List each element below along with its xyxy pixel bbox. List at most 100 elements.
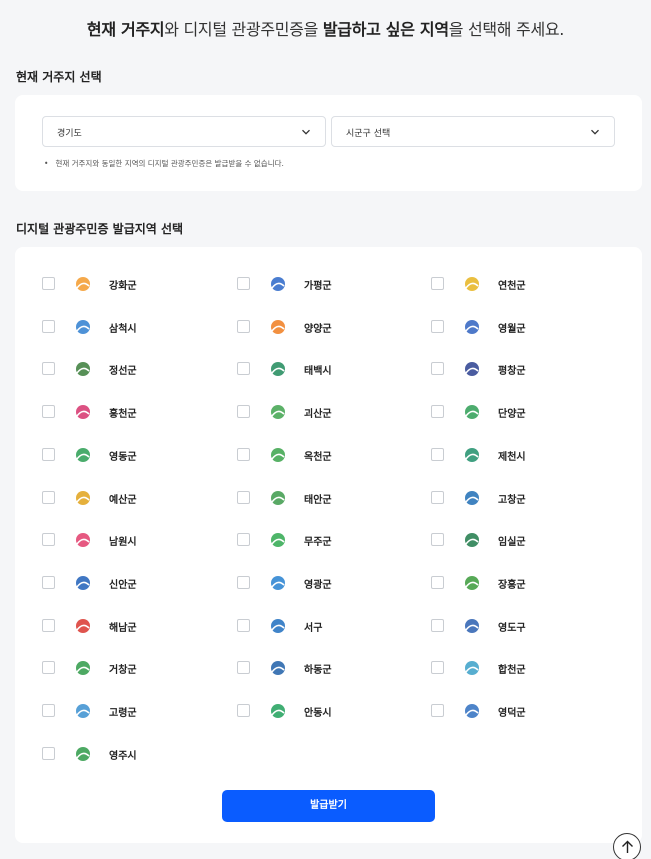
region-name: 단양군	[498, 409, 526, 421]
region-checkbox[interactable]	[431, 618, 444, 632]
region-checkbox[interactable]	[237, 704, 250, 717]
region-name: 평창군	[498, 366, 526, 378]
page-title-part: 와 디지털 관광주민증을	[164, 20, 323, 39]
region-checkbox[interactable]	[431, 447, 444, 461]
region-option[interactable]: 삼척시	[42, 314, 232, 340]
region-checkbox[interactable]	[431, 405, 444, 419]
region-option[interactable]: 신안군	[42, 570, 232, 596]
region-checkbox[interactable]	[237, 533, 250, 547]
city-select[interactable]: 시군구 선택	[331, 116, 615, 147]
region-name: 연천군	[498, 281, 526, 292]
residence-card: 경기도 시군구 선택 • 현재 거주지와 동일한 지역의 디지털 관광주민증은 발…	[15, 95, 642, 191]
region-option[interactable]: 영도구	[431, 613, 621, 639]
jecheon-logo-icon	[465, 447, 479, 462]
region-name: 장흥군	[498, 579, 526, 591]
region-checkbox[interactable]	[42, 618, 55, 632]
region-checkbox[interactable]	[42, 533, 55, 547]
region-name: 해남군	[109, 622, 137, 634]
region-checkbox[interactable]	[42, 362, 55, 376]
region-option[interactable]: 하동군	[237, 655, 427, 681]
region-option[interactable]: 영월군	[431, 314, 621, 340]
region-option[interactable]: 고령군	[42, 698, 232, 724]
region-option[interactable]: 안동시	[237, 698, 427, 724]
region-option[interactable]: 괴산군	[237, 399, 427, 425]
region-option[interactable]: 고창군	[431, 485, 621, 511]
issue-button[interactable]: 발급받기	[222, 790, 435, 822]
chevron-down-icon	[591, 129, 599, 135]
region-name: 태안군	[304, 494, 332, 506]
region-checkbox[interactable]	[42, 575, 55, 589]
region-option[interactable]: 옥천군	[237, 442, 427, 468]
gochang-logo-icon	[465, 490, 479, 505]
region-checkbox[interactable]	[42, 319, 55, 333]
yesan-logo-icon	[76, 490, 90, 505]
region-option[interactable]: 가평군	[237, 271, 427, 297]
region-checkbox[interactable]	[431, 575, 444, 589]
regions-section-label: 디지털 관광주민증 발급지역 선택	[16, 222, 184, 236]
goryeong-logo-icon	[76, 704, 90, 718]
region-checkbox[interactable]	[237, 362, 250, 376]
region-option[interactable]: 제천시	[431, 442, 621, 468]
region-name: 거창군	[109, 665, 137, 677]
region-checkbox[interactable]	[42, 277, 55, 290]
region-option[interactable]: 정선군	[42, 356, 232, 382]
region-option[interactable]: 강화군	[42, 271, 232, 297]
region-option[interactable]: 태백시	[237, 356, 427, 382]
region-checkbox[interactable]	[42, 447, 55, 461]
region-option[interactable]: 무주군	[237, 527, 427, 553]
region-checkbox[interactable]	[431, 490, 444, 504]
jangheung-logo-icon	[465, 575, 479, 590]
region-option[interactable]: 임실군	[431, 527, 621, 553]
region-checkbox[interactable]	[431, 277, 444, 290]
region-option[interactable]: 거창군	[42, 655, 232, 681]
yeongdong-logo-icon	[76, 447, 90, 462]
region-option[interactable]: 태안군	[237, 485, 427, 511]
region-option[interactable]: 서구	[237, 613, 427, 639]
region-checkbox[interactable]	[431, 362, 444, 376]
region-checkbox[interactable]	[237, 319, 250, 333]
region-option[interactable]: 양양군	[237, 314, 427, 340]
region-checkbox[interactable]	[237, 490, 250, 504]
region-option[interactable]: 장흥군	[431, 570, 621, 596]
region-checkbox[interactable]	[237, 618, 250, 632]
region-checkbox[interactable]	[431, 661, 444, 675]
region-option[interactable]: 홍천군	[42, 399, 232, 425]
region-option[interactable]: 영광군	[237, 570, 427, 596]
region-name: 고창군	[498, 494, 526, 506]
region-checkbox[interactable]	[431, 704, 444, 717]
province-select[interactable]: 경기도	[42, 116, 326, 147]
region-checkbox[interactable]	[42, 746, 55, 760]
region-name: 합천군	[498, 665, 526, 677]
region-checkbox[interactable]	[431, 319, 444, 333]
region-option[interactable]: 연천군	[431, 271, 621, 297]
region-option[interactable]: 영동군	[42, 442, 232, 468]
province-select-value: 경기도	[57, 129, 82, 139]
region-checkbox[interactable]	[42, 490, 55, 504]
namwon-logo-icon	[76, 533, 90, 548]
region-option[interactable]: 해남군	[42, 613, 232, 639]
region-name: 영동군	[109, 451, 137, 463]
region-checkbox[interactable]	[42, 661, 55, 675]
region-option[interactable]: 남원시	[42, 527, 232, 553]
yeonggwang-logo-icon	[271, 575, 285, 590]
hadong-logo-icon	[271, 661, 285, 676]
region-checkbox[interactable]	[237, 575, 250, 589]
region-option[interactable]: 합천군	[431, 655, 621, 681]
region-option[interactable]: 평창군	[431, 356, 621, 382]
region-name: 홍천군	[109, 409, 137, 421]
region-checkbox[interactable]	[237, 447, 250, 461]
region-option[interactable]: 영주시	[42, 741, 232, 767]
sinan-logo-icon	[76, 575, 90, 590]
region-option[interactable]: 예산군	[42, 485, 232, 511]
region-checkbox[interactable]	[431, 533, 444, 547]
region-option[interactable]: 단양군	[431, 399, 621, 425]
region-checkbox[interactable]	[42, 405, 55, 419]
region-checkbox[interactable]	[237, 405, 250, 419]
region-checkbox[interactable]	[237, 661, 250, 675]
scroll-top-button[interactable]	[613, 833, 641, 859]
yeongwol-logo-icon	[465, 319, 479, 334]
region-option[interactable]: 영덕군	[431, 698, 621, 724]
region-name: 가평군	[304, 281, 332, 292]
region-checkbox[interactable]	[42, 704, 55, 717]
region-checkbox[interactable]	[237, 277, 250, 290]
